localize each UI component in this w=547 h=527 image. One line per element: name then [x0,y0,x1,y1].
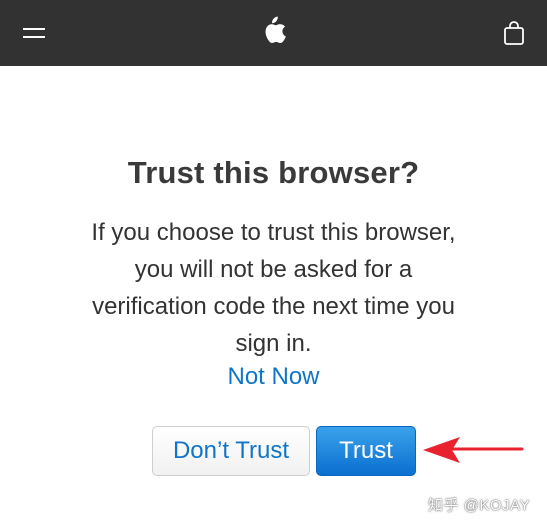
not-now-link[interactable]: Not Now [0,363,547,391]
shopping-bag-icon [504,21,524,45]
apple-logo-icon [265,16,286,44]
trust-button[interactable]: Trust [316,426,416,476]
message-line: sign in. [235,330,312,357]
apple-logo[interactable] [254,10,294,50]
top-navbar [0,0,547,66]
hamburger-menu-icon [23,28,45,38]
dialog-title: Trust this browser? [127,155,420,190]
message-line: you will not be asked for a [134,256,413,283]
bag-button[interactable] [494,0,534,66]
message-line: verification code the next time you [92,293,455,320]
menu-button[interactable] [14,0,54,66]
message-line: If you choose to trust this browser, [91,219,456,246]
dialog-message: If you choose to trust this browser, you… [70,214,477,362]
dont-trust-button[interactable]: Don’t Trust [152,426,310,476]
watermark: 知乎 @KOJAY [428,497,530,514]
red-pointer-arrow-icon [423,437,524,463]
